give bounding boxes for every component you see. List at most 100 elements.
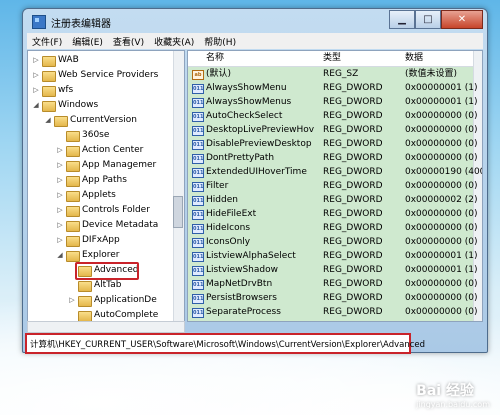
value-data: 0x00000001 (1) [405,97,478,107]
tree-item-label: ApplicationDe [94,295,157,305]
expand-arrow-icon[interactable]: ▷ [56,173,64,188]
folder-icon [66,161,80,172]
expand-arrow-icon[interactable]: ▷ [32,68,40,83]
column-header-data[interactable]: 数据 [401,51,423,66]
folder-icon [66,146,80,157]
list-header: 名称 类型 数据 [188,51,482,67]
registry-values-list[interactable]: 名称 类型 数据 ab (默认) REG_SZ (数值未设置) 011 AlwaysSho… [187,50,483,322]
registry-value-row[interactable]: 011 AlwaysShowMenu REG_DWORD 0x00000001 (1) [188,81,482,95]
registry-value-row[interactable]: 011 Filter REG_DWORD 0x00000000 (0) [188,179,482,193]
value-type: REG_DWORD [323,153,383,163]
expand-arrow-icon[interactable]: ▷ [32,83,40,98]
value-name: AlwaysShowMenus [206,97,292,107]
registry-value-row[interactable]: 011 ListviewAlphaSelect REG_DWORD 0x0000000… [188,249,482,263]
folder-icon [54,116,68,127]
registry-value-row[interactable]: 011 Hidden REG_DWORD 0x00000002 (2) [188,193,482,207]
no-expand-spacer [68,278,76,293]
tree-item-label: App Managemer [82,160,157,170]
column-header-type[interactable]: 类型 [319,51,341,66]
registry-value-row[interactable]: 011 DisablePreviewDesktop REG_DWORD 0x00000… [188,137,482,151]
value-data: 0x00000000 (0) [405,139,478,149]
registry-value-row[interactable]: 011 MapNetDrvBtn REG_DWORD 0x00000000 (0) [188,277,482,291]
value-type: REG_DWORD [323,265,383,275]
tree-scroll-thumb[interactable] [173,196,183,228]
registry-value-row[interactable]: 011DesktopLivePreviewHoverT... REG_DWORD 0… [188,123,482,137]
column-header-name[interactable]: 名称 [202,51,224,66]
folder-icon [42,101,56,112]
tree-vertical-scrollbar[interactable] [173,51,184,321]
registry-value-row[interactable]: 011 DontPrettyPath REG_DWORD 0x00000000 (0) [188,151,482,165]
menu-edit[interactable]: 编辑(E) [67,35,108,48]
collapse-arrow-icon[interactable]: ◢ [56,248,64,263]
registry-value-row[interactable]: ab (默认) REG_SZ (数值未设置) [188,67,482,81]
value-type: REG_DWORD [323,223,383,233]
window-controls: ▁ □ ✕ [389,10,483,29]
registry-value-row[interactable]: 011 ExtendedUIHoverTime REG_DWORD 0x0000019… [188,165,482,179]
menu-help[interactable]: 帮助(H) [199,35,241,48]
expand-arrow-icon[interactable]: ▷ [56,233,64,248]
expand-arrow-icon[interactable]: ▷ [56,143,64,158]
value-name: AutoCheckSelect [206,111,283,121]
folder-icon [78,281,92,292]
registry-value-row[interactable]: 011 AlwaysShowMenus REG_DWORD 0x00000001 (1… [188,95,482,109]
binary-value-icon: 011 [192,196,204,206]
expand-arrow-icon[interactable]: ▷ [56,218,64,233]
registry-value-row[interactable]: 011 AutoCheckSelect REG_DWORD 0x00000000 (0… [188,109,482,123]
value-name: DisablePreviewDesktop [206,139,312,149]
value-name: Hidden [206,195,238,205]
maximize-button[interactable]: □ [415,10,441,29]
tree-item-label: Controls Folder [82,205,150,215]
menu-file[interactable]: 文件(F) [27,35,67,48]
value-data: 0x00000000 (0) [405,307,478,317]
value-type: REG_DWORD [323,111,383,121]
registry-value-row[interactable]: 011 PersistBrowsers REG_DWORD 0x00000000 (0… [188,291,482,305]
expand-arrow-icon[interactable]: ▷ [32,53,40,68]
binary-value-icon: 011 [192,112,204,122]
expand-arrow-icon[interactable]: ▷ [56,158,64,173]
menu-favorites[interactable]: 收藏夹(A) [149,35,199,48]
binary-value-icon: 011 [192,252,204,262]
collapse-arrow-icon[interactable]: ◢ [32,98,40,113]
value-name: ExtendedUIHoverTime [206,167,307,177]
folder-icon [66,191,80,202]
baidu-watermark: Bai 经验 jingyan.baidu.com [416,380,490,409]
binary-value-icon: 011 [192,84,204,94]
value-data: 0x00000001 (1) [405,251,478,261]
binary-value-icon: 011 [192,266,204,276]
value-data: 0x00000001 (1) [405,265,478,275]
binary-value-icon: 011 [192,294,204,304]
value-type: REG_DWORD [323,195,383,205]
value-name: IconsOnly [206,237,251,247]
tree-item-label: AutoComplete [94,310,159,320]
binary-value-icon: 011 [192,140,204,150]
registry-value-row[interactable]: 011 IconsOnly REG_DWORD 0x00000000 (0) [188,235,482,249]
expand-arrow-icon[interactable]: ▷ [56,188,64,203]
registry-value-row[interactable]: 011 HideIcons REG_DWORD 0x00000000 (0) [188,221,482,235]
value-name: HideIcons [206,223,251,233]
binary-value-icon: 011 [192,308,204,318]
value-type: REG_DWORD [323,83,383,93]
registry-key-tree[interactable]: ▷BitBucket▷AutoplayHandAutoComplete▷Appl… [27,50,185,322]
value-type: REG_DWORD [323,167,383,177]
tree-item-label: WAB [58,55,79,65]
value-data: (数值未设置) [405,69,458,79]
expand-arrow-icon[interactable]: ▷ [68,293,76,308]
no-expand-spacer [68,308,76,321]
binary-value-icon: 011 [192,210,204,220]
title-bar[interactable]: 注册表编辑器 ▁ □ ✕ [23,9,487,33]
menu-bar: 文件(F) 编辑(E) 查看(V) 收藏夹(A) 帮助(H) [27,33,483,49]
registry-value-row[interactable]: 011 ListviewShadow REG_DWORD 0x00000001 (1) [188,263,482,277]
menu-view[interactable]: 查看(V) [108,35,149,48]
close-button[interactable]: ✕ [441,10,483,29]
tree-item-label: Windows [58,100,99,110]
registry-value-row[interactable]: 011 HideFileExt REG_DWORD 0x00000000 (0) [188,207,482,221]
value-name: SeparateProcess [206,307,281,317]
registry-value-row[interactable]: 011 SeparateProcess REG_DWORD 0x00000000 (0… [188,305,482,319]
expand-arrow-icon[interactable]: ▷ [56,203,64,218]
value-type: REG_DWORD [323,125,383,135]
binary-value-icon: 011 [192,224,204,234]
value-name: DesktopLivePreviewHoverT... [206,125,314,135]
minimize-button[interactable]: ▁ [389,10,415,29]
value-name: Filter [206,181,229,191]
collapse-arrow-icon[interactable]: ◢ [44,113,52,128]
